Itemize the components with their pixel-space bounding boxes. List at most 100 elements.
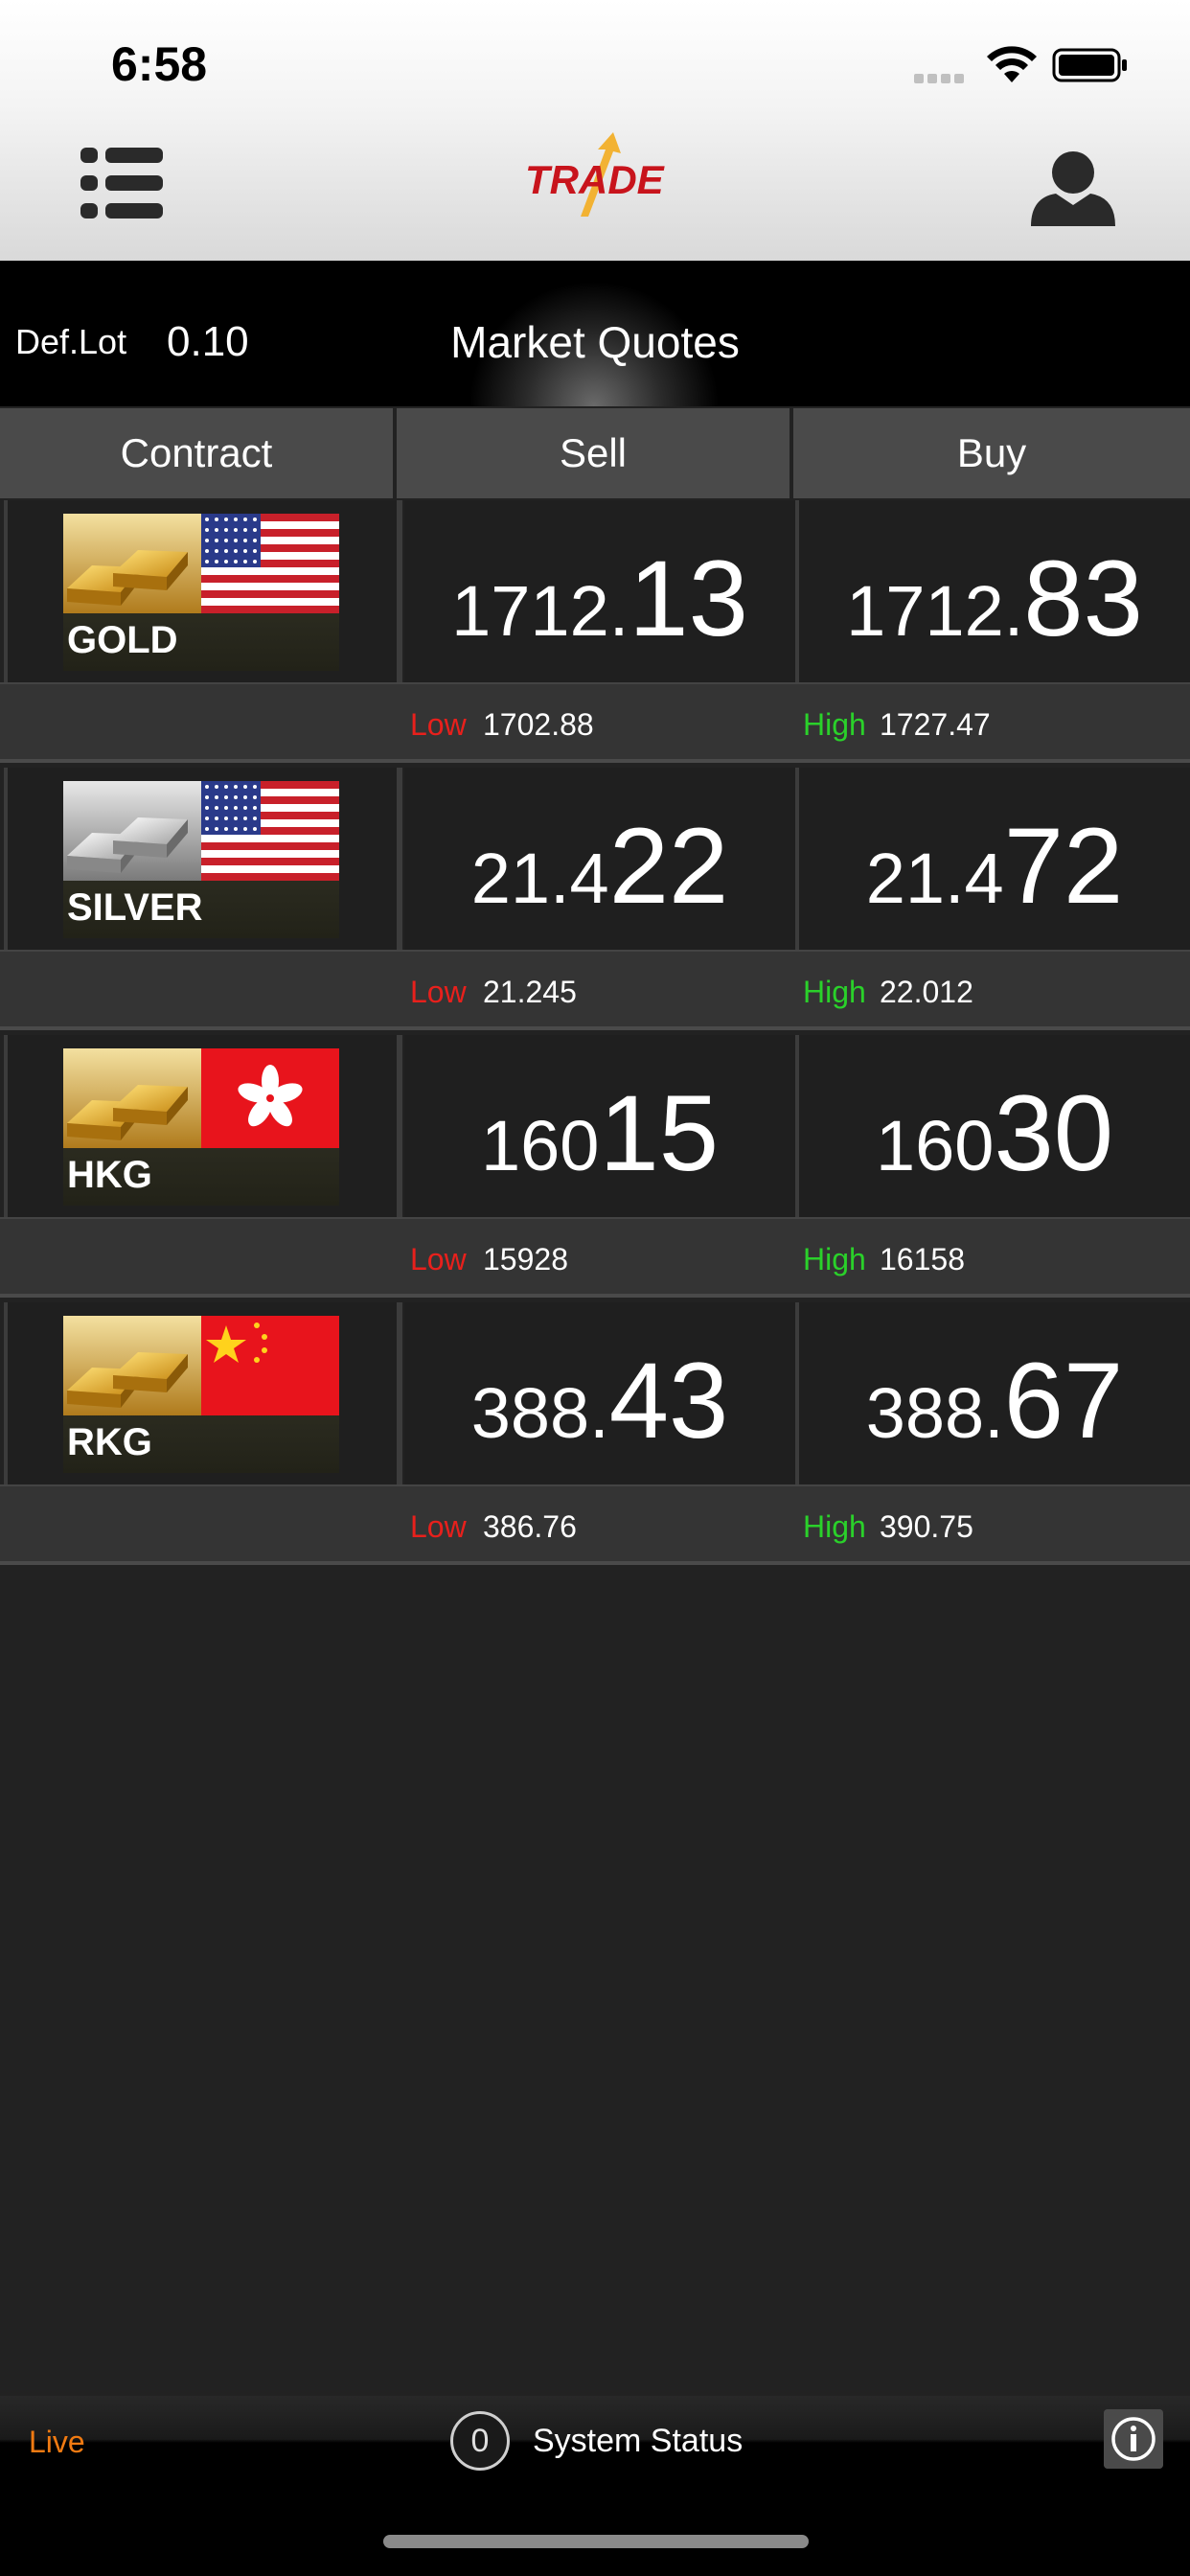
contract-name: RKG bbox=[67, 1421, 152, 1463]
column-divider bbox=[397, 768, 402, 950]
product-badge: SILVER bbox=[63, 781, 339, 938]
low-label: Low bbox=[410, 975, 467, 1009]
sell-price-main: 43 bbox=[608, 1341, 729, 1460]
gold-bars-icon bbox=[63, 514, 201, 613]
low-value: 15928 bbox=[483, 1242, 568, 1276]
info-icon[interactable] bbox=[1104, 2409, 1163, 2469]
high-label: High bbox=[803, 975, 866, 1009]
sell-price-cell[interactable]: 16015 bbox=[404, 1035, 795, 1217]
bottom-bar: Live 0 System Status bbox=[0, 2396, 1190, 2486]
us-flag-icon bbox=[201, 781, 339, 881]
quotes-table-header: Contract Sell Buy bbox=[0, 408, 1190, 498]
sell-price-prefix: 1712. bbox=[451, 571, 629, 651]
column-divider bbox=[397, 1035, 402, 1217]
sell-price: 21.422 bbox=[404, 804, 795, 928]
app-header: 6:58 TRADE bbox=[0, 0, 1190, 261]
live-indicator: Live bbox=[29, 2425, 85, 2459]
contract-cell[interactable]: HKG bbox=[4, 1035, 397, 1217]
low-value: 21.245 bbox=[483, 975, 577, 1009]
column-divider bbox=[397, 500, 402, 682]
product-badge: GOLD bbox=[63, 514, 339, 671]
column-divider bbox=[397, 1302, 402, 1484]
range-row: Low 1702.88 High 1727.47 bbox=[0, 682, 1190, 763]
sell-price-main: 22 bbox=[608, 806, 729, 926]
low-label: Low bbox=[410, 707, 467, 742]
high-label: High bbox=[803, 1509, 866, 1544]
us-flag-icon bbox=[201, 514, 339, 613]
quote-row[interactable]: HKG 16015 16030 Low 15928 High 16158 bbox=[0, 1035, 1190, 1301]
product-badge: HKG bbox=[63, 1048, 339, 1206]
user-icon[interactable] bbox=[1027, 150, 1119, 226]
title-bar: Def.Lot 0.10 Market Quotes bbox=[0, 261, 1190, 406]
sell-price-prefix: 21.4 bbox=[470, 839, 609, 918]
column-header-sell: Sell bbox=[397, 408, 790, 498]
buy-price-prefix: 388. bbox=[865, 1373, 1004, 1453]
status-time: 6:58 bbox=[111, 37, 208, 91]
buy-price-main: 30 bbox=[994, 1073, 1114, 1193]
logo-text: TRADE bbox=[525, 157, 665, 202]
buy-price-cell[interactable]: 16030 bbox=[799, 1035, 1190, 1217]
sell-price-cell[interactable]: 1712.13 bbox=[404, 500, 795, 682]
sell-price: 1712.13 bbox=[404, 537, 795, 660]
buy-price-main: 72 bbox=[1003, 806, 1124, 926]
contract-name: SILVER bbox=[67, 886, 203, 929]
buy-price: 21.472 bbox=[799, 804, 1190, 928]
buy-price-main: 67 bbox=[1003, 1341, 1124, 1460]
sell-price: 388.43 bbox=[404, 1339, 795, 1462]
low-value: 1702.88 bbox=[483, 707, 594, 742]
home-indicator[interactable] bbox=[383, 2535, 809, 2548]
sell-price-prefix: 388. bbox=[470, 1373, 609, 1453]
high-label: High bbox=[803, 1242, 866, 1276]
column-header-buy: Buy bbox=[793, 408, 1190, 498]
sell-price-prefix: 160 bbox=[480, 1106, 600, 1185]
trade-logo: TRADE bbox=[525, 132, 665, 217]
high-value: 1727.47 bbox=[880, 707, 991, 742]
sell-price-main: 15 bbox=[599, 1073, 720, 1193]
gold-bars-icon bbox=[63, 1316, 201, 1415]
product-badge: RKG bbox=[63, 1316, 339, 1473]
range-row: Low 386.76 High 390.75 bbox=[0, 1484, 1190, 1565]
buy-price-prefix: 160 bbox=[875, 1106, 995, 1185]
cn-flag-icon bbox=[201, 1316, 339, 1415]
contract-cell[interactable]: RKG bbox=[4, 1302, 397, 1484]
low-label: Low bbox=[410, 1509, 467, 1544]
menu-icon[interactable] bbox=[80, 144, 163, 222]
quote-row[interactable]: SILVER 21.422 21.472 Low 21.245 High 22.012 bbox=[0, 768, 1190, 1034]
cellular-signal-icon bbox=[914, 71, 968, 88]
buy-price: 1712.83 bbox=[799, 537, 1190, 660]
buy-price-cell[interactable]: 388.67 bbox=[799, 1302, 1190, 1484]
quote-row[interactable]: RKG 388.43 388.67 Low 386.76 High 390.75 bbox=[0, 1302, 1190, 1569]
quote-row[interactable]: GOLD 1712.13 1712.83 Low 1702.88 High 1727.47 bbox=[0, 500, 1190, 767]
bottom-safe-area bbox=[0, 2486, 1190, 2576]
silver-bars-icon bbox=[63, 781, 201, 881]
wifi-icon bbox=[987, 46, 1037, 82]
low-value: 386.76 bbox=[483, 1509, 577, 1544]
page-title: Market Quotes bbox=[450, 317, 740, 367]
buy-price: 388.67 bbox=[799, 1339, 1190, 1462]
contract-cell[interactable]: SILVER bbox=[4, 768, 397, 950]
hk-flag-icon bbox=[201, 1048, 339, 1148]
buy-price-cell[interactable]: 21.472 bbox=[799, 768, 1190, 950]
range-row: Low 15928 High 16158 bbox=[0, 1217, 1190, 1298]
buy-price-prefix: 1712. bbox=[846, 571, 1024, 651]
battery-icon bbox=[1052, 48, 1127, 82]
high-value: 16158 bbox=[880, 1242, 965, 1276]
high-value: 390.75 bbox=[880, 1509, 973, 1544]
buy-price: 16030 bbox=[799, 1071, 1190, 1195]
buy-price-prefix: 21.4 bbox=[865, 839, 1004, 918]
system-status-label[interactable]: System Status bbox=[533, 2423, 743, 2460]
high-value: 22.012 bbox=[880, 975, 973, 1009]
sell-price-cell[interactable]: 21.422 bbox=[404, 768, 795, 950]
buy-price-main: 83 bbox=[1023, 539, 1143, 658]
system-status-count[interactable]: 0 bbox=[450, 2411, 510, 2471]
high-label: High bbox=[803, 707, 866, 742]
sell-price-cell[interactable]: 388.43 bbox=[404, 1302, 795, 1484]
range-row: Low 21.245 High 22.012 bbox=[0, 950, 1190, 1030]
contract-cell[interactable]: GOLD bbox=[4, 500, 397, 682]
buy-price-cell[interactable]: 1712.83 bbox=[799, 500, 1190, 682]
column-header-contract: Contract bbox=[0, 408, 393, 498]
sell-price: 16015 bbox=[404, 1071, 795, 1195]
sell-price-main: 13 bbox=[629, 539, 748, 658]
low-label: Low bbox=[410, 1242, 467, 1276]
contract-name: GOLD bbox=[67, 619, 178, 661]
